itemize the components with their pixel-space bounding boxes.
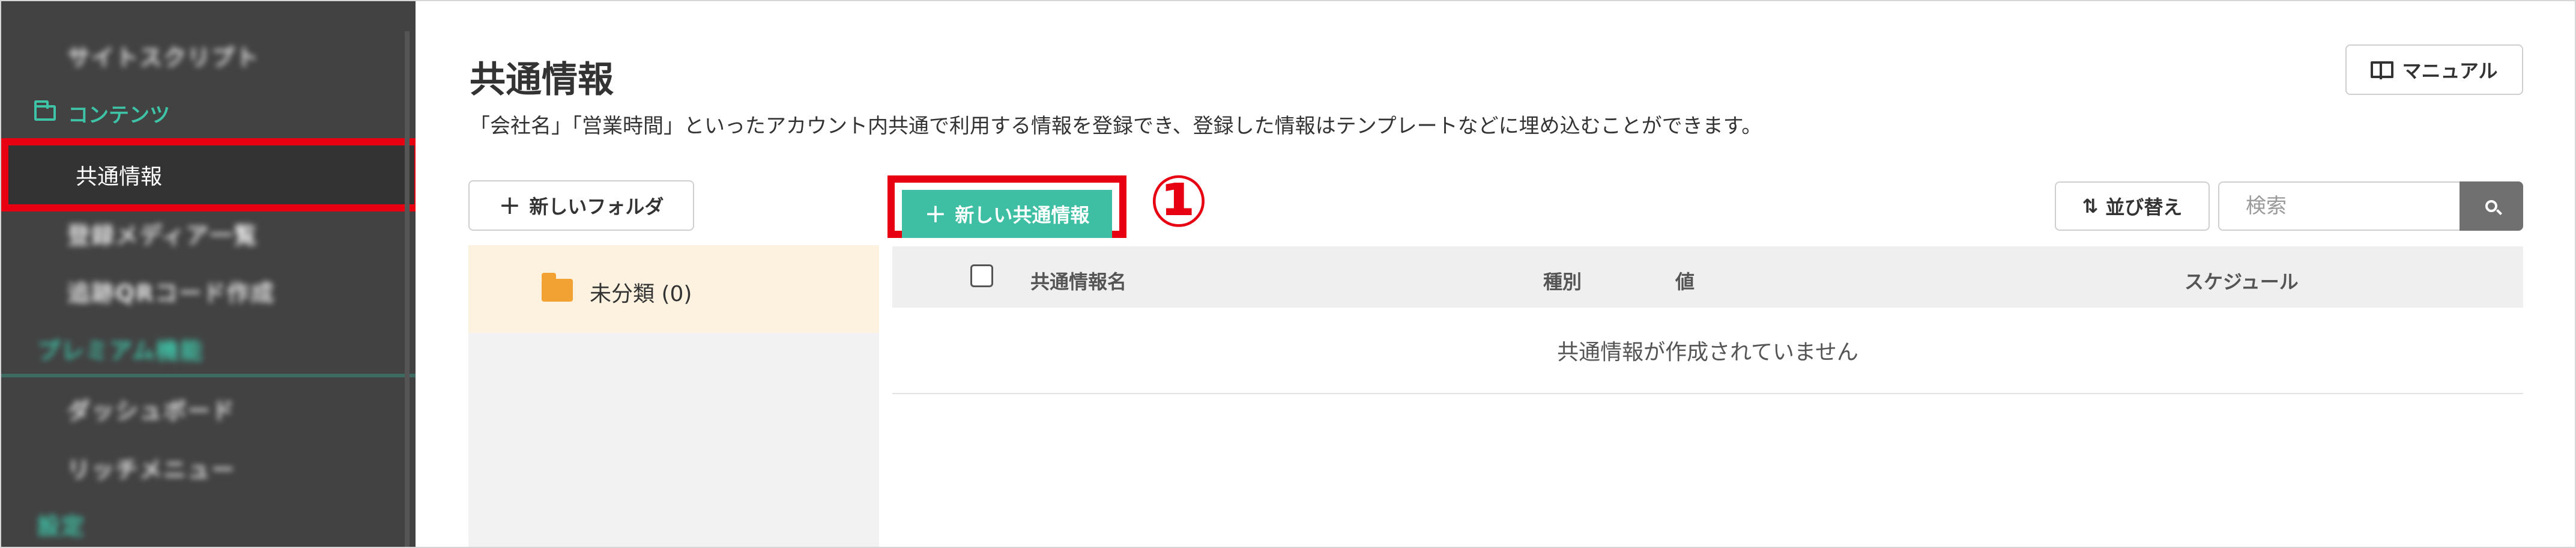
sidebar-section-settings[interactable]: 設定 [1, 495, 416, 547]
folder-item-uncategorized[interactable]: 未分類 (0) [468, 245, 879, 333]
sidebar-item-rich-menu[interactable]: リッチメニュー [1, 439, 416, 496]
sidebar-item-common-info[interactable]: 共通情報 [1, 138, 416, 212]
column-header-schedule: スケジュール [2184, 270, 2299, 293]
search-input[interactable] [2218, 181, 2460, 231]
sidebar-section-header: コンテンツ [1, 99, 170, 128]
new-common-highlight: + 新しい共通情報 [887, 175, 1126, 238]
new-common-info-button[interactable]: + 新しい共通情報 [902, 190, 1112, 238]
sort-icon: ⇅ [2082, 195, 2099, 218]
column-header-type: 種別 [1543, 270, 1582, 293]
column-header-value: 値 [1675, 270, 1695, 293]
sidebar-divider [1, 374, 416, 377]
sidebar-item-site-script[interactable]: サイトスクリプト [1, 26, 416, 84]
manual-button[interactable]: マニュアル [2345, 44, 2523, 95]
sidebar-item-qr-code[interactable]: 追跡QRコード作成 [1, 262, 416, 320]
sidebar-item-media-list[interactable]: 登録メディア一覧 [1, 204, 416, 262]
sidebar-item-label: サイトスクリプト [67, 44, 260, 71]
sort-button[interactable]: ⇅ 並び替え [2055, 181, 2210, 231]
search-icon [2485, 200, 2497, 212]
sidebar-section-label: プレミアム機能 [37, 337, 204, 364]
table-header: 共通情報名 種別 値 スケジュール [892, 246, 2523, 308]
plus-icon: + [498, 190, 521, 221]
search-button[interactable] [2460, 181, 2523, 231]
new-folder-button[interactable]: + 新しいフォルダ [468, 180, 694, 231]
new-common-info-label: 新しい共通情報 [955, 204, 1090, 227]
step-marker: ① [1149, 160, 1209, 243]
sidebar-item-label: リッチメニュー [67, 456, 236, 483]
sidebar-item-dashboard[interactable]: ダッシュボード [1, 380, 416, 437]
folder-icon [542, 273, 573, 302]
book-icon [2371, 61, 2394, 79]
sidebar-item-label: ダッシュボード [67, 397, 236, 424]
sidebar-scrollbar[interactable] [405, 31, 410, 547]
sidebar-item-label: 追跡QRコード作成 [67, 279, 275, 306]
sort-button-label: 並び替え [2105, 196, 2183, 219]
page-title: 共通情報 [470, 59, 614, 101]
manual-button-label: マニュアル [2402, 59, 2498, 82]
sidebar-section-label: 設定 [37, 513, 86, 540]
sidebar-section-premium[interactable]: プレミアム機能 [1, 320, 416, 377]
column-header-name: 共通情報名 [1030, 270, 1127, 293]
sidebar-item-label: 登録メディア一覧 [67, 222, 258, 249]
folder-icon [34, 100, 56, 121]
empty-message: 共通情報が作成されていません [892, 308, 2523, 394]
folder-item-label: 未分類 (0) [590, 282, 692, 306]
sidebar: サイトスクリプト コンテンツ 共通情報 登録メディア一覧 追跡QRコード作成 プ… [1, 1, 416, 547]
new-folder-label: 新しいフォルダ [529, 195, 664, 218]
page-description: 「会社名」「営業時間」といったアカウント内共通で利用する情報を登録でき、登録した… [470, 114, 1762, 138]
plus-icon: + [924, 198, 947, 229]
sidebar-item-label: 共通情報 [76, 165, 163, 189]
select-all-checkbox[interactable] [970, 264, 993, 287]
sidebar-section-label: コンテンツ [68, 103, 170, 127]
sidebar-section-contents[interactable]: コンテンツ [1, 84, 416, 142]
